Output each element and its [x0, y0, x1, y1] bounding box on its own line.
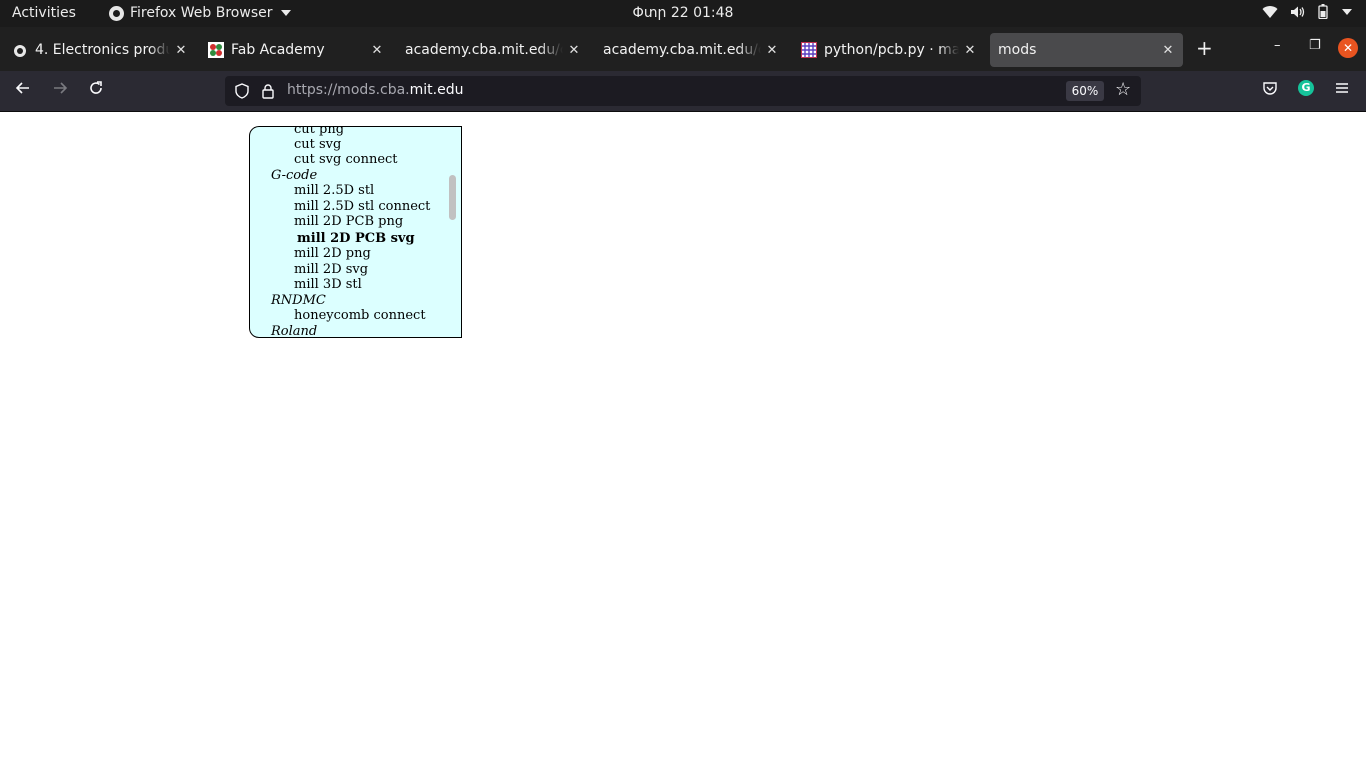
pocket-icon — [1263, 82, 1277, 95]
menu-item-cut-svg[interactable]: cut svg — [294, 137, 341, 152]
chevron-down-icon — [280, 10, 291, 16]
new-tab-button[interactable]: + — [1196, 38, 1213, 58]
tab-title: python/pcb.py · master — [824, 42, 959, 58]
back-button[interactable] — [12, 80, 34, 102]
tab-academy-classes-1[interactable]: academy.cba.mit.edu/classes ✕ — [397, 33, 589, 67]
tab-title: Fab Academy — [231, 42, 325, 58]
url-text[interactable]: https://mods.cba.mit.edu — [287, 82, 463, 98]
tab-title: 4. Electronics production — [35, 42, 170, 58]
tab-title: academy.cba.mit.edu/classes — [603, 42, 761, 58]
tab-strip: 4. Electronics production ✕ Fab Academy … — [0, 27, 1366, 71]
tab-academy-classes-2[interactable]: academy.cba.mit.edu/classes ✕ — [595, 33, 787, 67]
firefox-icon — [109, 5, 124, 21]
hamburger-menu-icon — [1336, 83, 1348, 93]
arrow-left-icon — [15, 82, 29, 94]
zoom-reset-button[interactable]: 60% — [1066, 81, 1104, 101]
window-close-button[interactable]: ✕ — [1338, 38, 1358, 58]
tab-fab-academy[interactable]: Fab Academy ✕ — [200, 33, 392, 67]
close-icon[interactable]: ✕ — [765, 43, 779, 58]
menu-item-mill-2-5d-stl-connect[interactable]: mill 2.5D stl connect — [294, 199, 430, 214]
chevron-down-icon — [1342, 8, 1352, 15]
url-prefix: https://mods.cba. — [287, 82, 410, 98]
shield-icon[interactable] — [234, 83, 250, 99]
menu-item-mill-2-5d-stl[interactable]: mill 2.5D stl — [294, 183, 374, 198]
url-domain: mit.edu — [409, 82, 464, 98]
app-menu-label: Firefox Web Browser — [130, 5, 273, 21]
menu-item-mill-3d-stl[interactable]: mill 3D stl — [294, 277, 362, 292]
close-icon[interactable]: ✕ — [567, 43, 581, 58]
forward-button[interactable] — [49, 80, 71, 102]
close-icon[interactable]: ✕ — [174, 43, 188, 58]
toolbar-divider — [0, 111, 1366, 112]
mods-program-menu[interactable]: cut png cut svg cut svg connect G-code m… — [249, 126, 462, 338]
tab-title: mods — [998, 42, 1037, 58]
menu-scrollbar-thumb[interactable] — [449, 175, 456, 220]
tab-pcb-py[interactable]: python/pcb.py · master ✕ — [793, 33, 985, 67]
url-bar[interactable]: https://mods.cba.mit.edu 60% ☆ — [225, 76, 1141, 106]
menu-item-mill-2d-png[interactable]: mill 2D png — [294, 246, 371, 261]
fab-academy-favicon-icon — [208, 42, 224, 58]
menu-item-cut-svg-connect[interactable]: cut svg connect — [294, 152, 398, 167]
grid-favicon-icon — [801, 42, 817, 58]
wifi-icon — [1262, 5, 1278, 18]
lock-icon[interactable] — [261, 83, 275, 99]
restore-button[interactable]: ❐ — [1309, 38, 1321, 53]
close-icon[interactable]: ✕ — [963, 43, 977, 58]
battery-icon — [1318, 4, 1328, 19]
bookmark-star-icon[interactable]: ☆ — [1115, 79, 1131, 100]
volume-icon — [1291, 6, 1305, 17]
close-icon[interactable]: ✕ — [370, 43, 384, 58]
arrow-right-icon — [54, 82, 68, 94]
close-icon[interactable]: ✕ — [1161, 43, 1175, 58]
system-tray[interactable] — [1262, 4, 1352, 19]
navigation-toolbar: https://mods.cba.mit.edu 60% ☆ G — [0, 71, 1366, 111]
tab-mods[interactable]: mods ✕ — [990, 33, 1183, 67]
menu-item-cut-png[interactable]: cut png — [294, 127, 344, 137]
menu-category-roland: Roland — [271, 324, 318, 338]
pocket-button[interactable] — [1262, 80, 1278, 100]
app-menu-button[interactable] — [1334, 80, 1350, 100]
fab-cat-favicon-icon — [14, 45, 26, 57]
tab-electronics-production[interactable]: 4. Electronics production ✕ — [4, 33, 196, 67]
activities-button[interactable]: Activities — [12, 5, 76, 21]
reload-icon — [90, 81, 102, 94]
reload-button[interactable] — [85, 80, 107, 102]
menu-item-mill-2d-pcb-svg[interactable]: mill 2D PCB svg — [297, 231, 415, 246]
menu-item-mill-2d-svg[interactable]: mill 2D svg — [294, 262, 368, 277]
menu-item-mill-2d-pcb-png[interactable]: mill 2D PCB png — [294, 214, 403, 229]
app-menu[interactable]: Firefox Web Browser — [109, 5, 291, 21]
gnome-top-bar: Activities Firefox Web Browser Փտր 22 01… — [0, 0, 1366, 27]
grammarly-extension-icon[interactable]: G — [1298, 80, 1314, 96]
menu-item-honeycomb-connect[interactable]: honeycomb connect — [294, 308, 426, 323]
menu-category-rndmc: RNDMC — [271, 293, 326, 308]
minimize-button[interactable]: – — [1274, 38, 1281, 53]
tab-title: academy.cba.mit.edu/classes — [405, 42, 563, 58]
menu-category-g-code: G-code — [271, 168, 318, 183]
clock[interactable]: Փտր 22 01:48 — [633, 5, 734, 21]
